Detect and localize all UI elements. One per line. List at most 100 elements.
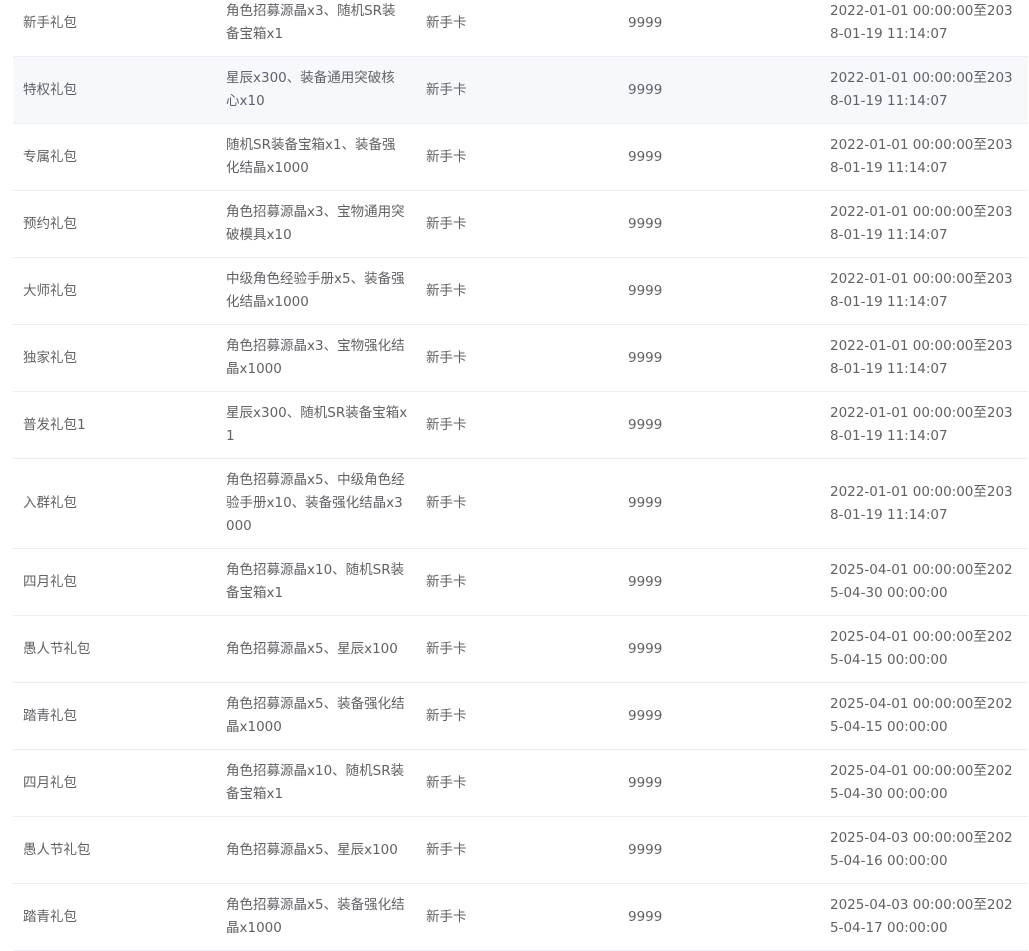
validity-period-cell: 2022-01-01 00:00:00至2038-01-19 11:14:07 bbox=[830, 0, 1018, 56]
gift-count-cell: 9999 bbox=[628, 683, 808, 749]
gift-name-cell: 专属礼包 bbox=[23, 124, 213, 190]
gift-count-cell: 9999 bbox=[628, 191, 808, 257]
gift-name-cell: 预约礼包 bbox=[23, 191, 213, 257]
gift-content-cell-text: 随机SR装备宝箱x1、装备强化结晶x1000 bbox=[226, 137, 396, 176]
gift-content-cell-text: 角色招募源晶x5、中级角色经验手册x10、装备强化结晶x3000 bbox=[226, 472, 405, 534]
gift-count-cell-text: 9999 bbox=[628, 14, 663, 31]
gift-name-cell-text: 预约礼包 bbox=[23, 215, 77, 232]
table-row: 愚人节礼包 角色招募源晶x5、星辰x100 新手卡 9999 2025-04-01 00… bbox=[13, 616, 1028, 683]
validity-period-cell: 2025-04-03 00:00:00至2025-04-17 00:00:00 bbox=[830, 884, 1018, 950]
validity-period-cell: 2025-04-01 00:00:00至2025-04-30 00:00:00 bbox=[830, 750, 1018, 816]
card-type-cell-text: 新手卡 bbox=[426, 573, 467, 590]
card-type-cell-text: 新手卡 bbox=[426, 774, 467, 791]
validity-period-cell: 2022-01-01 00:00:00至2038-01-19 11:14:07 bbox=[830, 325, 1018, 391]
gift-name-cell-text: 四月礼包 bbox=[23, 774, 77, 791]
card-type-cell-text: 新手卡 bbox=[426, 841, 467, 858]
table-row: 四月礼包 角色招募源晶x10、随机SR装备宝箱x1 新手卡 9999 2025-04-0… bbox=[13, 750, 1028, 817]
gift-name-cell: 四月礼包 bbox=[23, 549, 213, 615]
table-row: 愚人节礼包 角色招募源晶x5、星辰x100 新手卡 9999 2025-04-03 00… bbox=[13, 817, 1028, 884]
card-type-cell-text: 新手卡 bbox=[426, 707, 467, 724]
gift-name-cell-text: 踏青礼包 bbox=[23, 908, 77, 925]
validity-period-cell: 2022-01-01 00:00:00至2038-01-19 11:14:07 bbox=[830, 57, 1018, 123]
table-row: 普发礼包1 星辰x300、随机SR装备宝箱x1 新手卡 9999 2022-01-01 … bbox=[13, 392, 1028, 459]
gift-count-cell: 9999 bbox=[628, 57, 808, 123]
gift-name-cell-text: 专属礼包 bbox=[23, 148, 77, 165]
gift-content-cell-text: 角色招募源晶x5、装备强化结晶x1000 bbox=[226, 696, 405, 735]
gift-count-cell-text: 9999 bbox=[628, 908, 663, 925]
gift-name-cell: 愚人节礼包 bbox=[23, 817, 213, 883]
gift-content-cell: 角色招募源晶x5、装备强化结晶x1000 bbox=[226, 884, 408, 950]
gift-content-cell: 星辰x300、装备通用突破核心x10 bbox=[226, 57, 408, 123]
validity-period-cell-text: 2025-04-01 00:00:00至2025-04-30 00:00:00 bbox=[830, 562, 1013, 601]
card-type-cell: 新手卡 bbox=[426, 191, 606, 257]
table-row: 大师礼包 中级角色经验手册x5、装备强化结晶x1000 新手卡 9999 2022-01… bbox=[13, 258, 1028, 325]
gift-count-cell-text: 9999 bbox=[628, 282, 663, 299]
gift-count-cell-text: 9999 bbox=[628, 640, 663, 657]
table-row: 踏青礼包 角色招募源晶x5、装备强化结晶x1000 新手卡 9999 2025-04-0… bbox=[13, 884, 1028, 951]
table-row: 专属礼包 随机SR装备宝箱x1、装备强化结晶x1000 新手卡 9999 2022-01… bbox=[13, 124, 1028, 191]
gift-name-cell: 独家礼包 bbox=[23, 325, 213, 391]
gift-name-cell-text: 特权礼包 bbox=[23, 81, 77, 98]
validity-period-cell-text: 2022-01-01 00:00:00至2038-01-19 11:14:07 bbox=[830, 271, 1013, 310]
gift-count-cell-text: 9999 bbox=[628, 573, 663, 590]
gift-name-cell-text: 愚人节礼包 bbox=[23, 640, 91, 657]
gift-name-cell: 入群礼包 bbox=[23, 459, 213, 548]
gift-content-cell-text: 角色招募源晶x3、宝物通用突破模具x10 bbox=[226, 204, 405, 243]
gift-name-cell-text: 独家礼包 bbox=[23, 349, 77, 366]
gift-name-cell: 大师礼包 bbox=[23, 258, 213, 324]
gift-content-cell-text: 角色招募源晶x5、装备强化结晶x1000 bbox=[226, 897, 405, 936]
gift-name-cell-text: 四月礼包 bbox=[23, 573, 77, 590]
card-type-cell: 新手卡 bbox=[426, 683, 606, 749]
gift-count-cell: 9999 bbox=[628, 817, 808, 883]
validity-period-cell: 2025-04-01 00:00:00至2025-04-15 00:00:00 bbox=[830, 683, 1018, 749]
gift-content-cell: 角色招募源晶x3、宝物强化结晶x1000 bbox=[226, 325, 408, 391]
gift-content-cell-text: 角色招募源晶x5、星辰x100 bbox=[226, 841, 398, 858]
gift-name-cell-text: 普发礼包1 bbox=[23, 416, 86, 433]
card-type-cell-text: 新手卡 bbox=[426, 14, 467, 31]
gift-count-cell-text: 9999 bbox=[628, 774, 663, 791]
gift-count-cell-text: 9999 bbox=[628, 148, 663, 165]
gift-count-cell: 9999 bbox=[628, 616, 808, 682]
card-type-cell: 新手卡 bbox=[426, 124, 606, 190]
validity-period-cell-text: 2022-01-01 00:00:00至2038-01-19 11:14:07 bbox=[830, 3, 1013, 42]
gift-content-cell-text: 角色招募源晶x10、随机SR装备宝箱x1 bbox=[226, 562, 405, 601]
validity-period-cell-text: 2022-01-01 00:00:00至2038-01-19 11:14:07 bbox=[830, 70, 1013, 109]
card-type-cell-text: 新手卡 bbox=[426, 282, 467, 299]
gift-content-cell: 角色招募源晶x10、随机SR装备宝箱x1 bbox=[226, 549, 408, 615]
validity-period-cell: 2025-04-03 00:00:00至2025-04-16 00:00:00 bbox=[830, 817, 1018, 883]
gift-count-cell: 9999 bbox=[628, 0, 808, 56]
validity-period-cell-text: 2022-01-01 00:00:00至2038-01-19 11:14:07 bbox=[830, 483, 1013, 523]
validity-period-cell: 2022-01-01 00:00:00至2038-01-19 11:14:07 bbox=[830, 392, 1018, 458]
gift-content-cell: 角色招募源晶x5、星辰x100 bbox=[226, 817, 408, 883]
gift-count-cell: 9999 bbox=[628, 124, 808, 190]
gift-content-cell-text: 角色招募源晶x3、随机SR装备宝箱x1 bbox=[226, 3, 396, 42]
gift-name-cell-text: 新手礼包 bbox=[23, 14, 77, 31]
gift-count-cell-text: 9999 bbox=[628, 495, 663, 511]
gift-content-cell-text: 角色招募源晶x5、星辰x100 bbox=[226, 640, 398, 657]
validity-period-cell-text: 2022-01-01 00:00:00至2038-01-19 11:14:07 bbox=[830, 204, 1013, 243]
gift-count-cell: 9999 bbox=[628, 459, 808, 548]
validity-period-cell-text: 2025-04-03 00:00:00至2025-04-17 00:00:00 bbox=[830, 897, 1013, 936]
validity-period-cell-text: 2025-04-01 00:00:00至2025-04-15 00:00:00 bbox=[830, 629, 1013, 668]
table-row: 特权礼包 星辰x300、装备通用突破核心x10 新手卡 9999 2022-01-01 … bbox=[13, 57, 1028, 124]
validity-period-cell-text: 2022-01-01 00:00:00至2038-01-19 11:14:07 bbox=[830, 137, 1013, 176]
gift-count-cell: 9999 bbox=[628, 884, 808, 950]
gift-name-cell-text: 踏青礼包 bbox=[23, 707, 77, 724]
gift-content-cell: 角色招募源晶x5、中级角色经验手册x10、装备强化结晶x3000 bbox=[226, 459, 408, 548]
card-type-cell: 新手卡 bbox=[426, 549, 606, 615]
validity-period-cell: 2022-01-01 00:00:00至2038-01-19 11:14:07 bbox=[830, 191, 1018, 257]
card-type-cell: 新手卡 bbox=[426, 0, 606, 56]
gift-content-cell: 角色招募源晶x3、随机SR装备宝箱x1 bbox=[226, 0, 408, 56]
table-row: 新手礼包 角色招募源晶x3、随机SR装备宝箱x1 新手卡 9999 2022-01-01… bbox=[13, 0, 1028, 57]
gift-count-cell: 9999 bbox=[628, 750, 808, 816]
card-type-cell-text: 新手卡 bbox=[426, 640, 467, 657]
gift-name-cell: 踏青礼包 bbox=[23, 683, 213, 749]
gift-content-cell: 角色招募源晶x10、随机SR装备宝箱x1 bbox=[226, 750, 408, 816]
gift-content-cell: 角色招募源晶x5、星辰x100 bbox=[226, 616, 408, 682]
gift-content-cell-text: 星辰x300、随机SR装备宝箱x1 bbox=[226, 405, 408, 444]
gift-content-cell: 角色招募源晶x3、宝物通用突破模具x10 bbox=[226, 191, 408, 257]
card-type-cell: 新手卡 bbox=[426, 884, 606, 950]
card-type-cell: 新手卡 bbox=[426, 258, 606, 324]
gift-name-cell: 四月礼包 bbox=[23, 750, 213, 816]
table-row: 预约礼包 角色招募源晶x3、宝物通用突破模具x10 新手卡 9999 2022-01-0… bbox=[13, 191, 1028, 258]
